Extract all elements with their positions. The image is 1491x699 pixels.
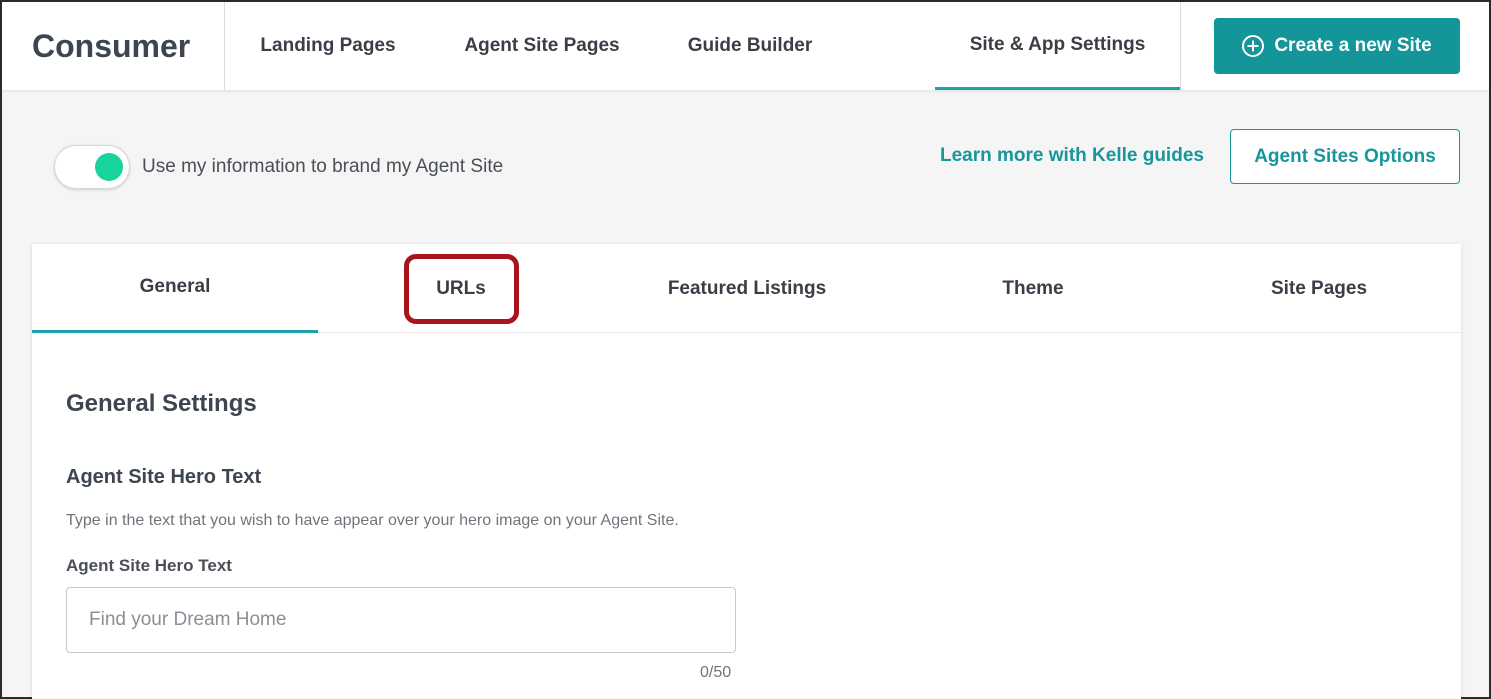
nav-site-app-settings[interactable]: Site & App Settings <box>935 2 1180 90</box>
brand-toggle-label: Use my information to brand my Agent Sit… <box>142 156 504 177</box>
brand-title: Consumer <box>2 2 225 90</box>
tab-general[interactable]: General <box>32 244 318 333</box>
create-new-site-button[interactable]: Create a new Site <box>1214 18 1460 74</box>
settings-tabs: General URLs Featured Listings Theme Sit… <box>32 244 1461 333</box>
toggle-knob <box>95 153 123 181</box>
hero-text-heading: Agent Site Hero Text <box>66 466 262 488</box>
hero-text-helper: Type in the text that you wish to have a… <box>66 512 679 529</box>
agent-sites-options-button[interactable]: Agent Sites Options <box>1230 129 1460 184</box>
nav-guide-builder[interactable]: Guide Builder <box>666 2 834 90</box>
tab-urls[interactable]: URLs <box>318 244 604 333</box>
tab-site-pages[interactable]: Site Pages <box>1176 244 1462 333</box>
top-navigation: Consumer Landing Pages Agent Site Pages … <box>2 2 1489 90</box>
hero-text-input[interactable] <box>66 587 736 653</box>
hero-text-char-counter: 0/50 <box>700 664 732 681</box>
nav-landing-pages[interactable]: Landing Pages <box>238 2 418 90</box>
plus-circle-icon <box>1242 35 1265 57</box>
site-settings-card: General URLs Featured Listings Theme Sit… <box>32 244 1461 699</box>
general-settings-title: General Settings <box>66 390 257 417</box>
brand-agent-site-toggle[interactable] <box>54 145 130 189</box>
nav-divider <box>1180 2 1181 90</box>
learn-more-kelle-link[interactable]: Learn more with Kelle guides <box>940 145 1204 171</box>
create-new-site-label: Create a new Site <box>1274 35 1432 56</box>
hero-text-field-label: Agent Site Hero Text <box>66 556 232 575</box>
nav-agent-site-pages[interactable]: Agent Site Pages <box>442 2 642 90</box>
tab-theme[interactable]: Theme <box>890 244 1176 333</box>
tab-featured-listings[interactable]: Featured Listings <box>604 244 890 333</box>
